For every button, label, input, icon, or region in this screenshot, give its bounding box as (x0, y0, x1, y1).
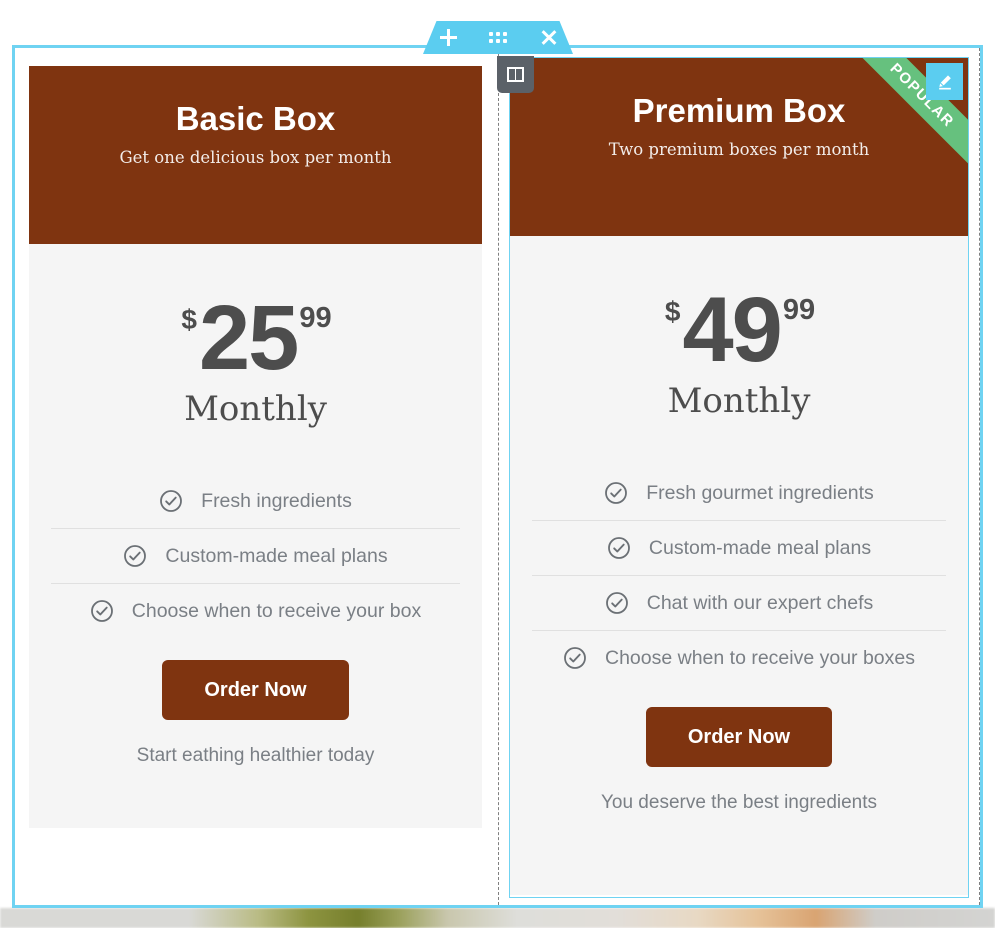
cta-note: Start eathing healthier today (136, 745, 375, 766)
check-circle-icon (605, 592, 628, 614)
feature-list: Fresh ingredients Custom-made meal plans (29, 428, 482, 638)
order-now-button[interactable]: Order Now (645, 707, 833, 767)
card-subtitle: Get one delicious box per month (119, 148, 392, 167)
add-section-button[interactable] (431, 24, 465, 52)
check-circle-icon (564, 647, 586, 669)
two-column-layout-icon (507, 67, 524, 82)
page-background-image (0, 908, 995, 928)
drag-dots-icon (489, 32, 507, 43)
pricing-card-premium-box[interactable]: POPULAR Premium Box Two premium boxes pe… (510, 58, 968, 895)
price-line: $2599 (181, 292, 332, 384)
check-circle-icon (605, 482, 628, 504)
close-x-icon (540, 29, 557, 46)
card-header: Basic Box Get one delicious box per mont… (29, 66, 482, 244)
edit-widget-button[interactable] (926, 63, 963, 100)
price-amount: 25 (198, 287, 299, 389)
page-title: Premium Box (632, 92, 846, 129)
price-block: $2599 Monthly (29, 244, 482, 428)
check-circle-icon (608, 537, 630, 559)
list-item: Fresh gourmet ingredients (532, 466, 946, 521)
drag-section-handle[interactable] (481, 24, 515, 52)
feature-label: Custom-made meal plans (165, 545, 388, 567)
card-subtitle: Two premium boxes per month (608, 140, 870, 159)
check-circle-icon (160, 490, 183, 512)
feature-label: Chat with our expert chefs (646, 592, 874, 614)
page-title: Basic Box (175, 100, 336, 137)
price-currency: $ (181, 304, 197, 335)
cta-block: Order Now Start eathing healthier today (29, 638, 482, 768)
price-cents: 99 (782, 294, 816, 326)
price-cents: 99 (299, 302, 332, 334)
check-circle-icon (90, 600, 113, 622)
pencil-edit-icon (938, 74, 951, 89)
feature-list: Fresh gourmet ingredients Custom-made me… (510, 420, 968, 685)
card-header: POPULAR Premium Box Two premium boxes pe… (510, 58, 968, 236)
column-right[interactable]: POPULAR Premium Box Two premium boxes pe… (498, 48, 980, 905)
feature-label: Fresh gourmet ingredients (646, 482, 874, 504)
check-circle-icon (124, 545, 147, 567)
price-line: $4999 (664, 284, 816, 376)
editor-canvas: Basic Box Get one delicious box per mont… (0, 0, 995, 928)
list-item: Custom-made meal plans (51, 529, 460, 584)
delete-section-button[interactable] (531, 24, 565, 52)
feature-label: Custom-made meal plans (648, 537, 872, 559)
price-period: Monthly (184, 389, 327, 429)
price-amount: 49 (682, 279, 782, 381)
pricing-card-basic-box[interactable]: Basic Box Get one delicious box per mont… (29, 66, 482, 828)
list-item: Choose when to receive your box (51, 584, 460, 638)
section-toolbar[interactable] (423, 21, 573, 54)
column-left[interactable]: Basic Box Get one delicious box per mont… (15, 48, 498, 905)
feature-label: Fresh ingredients (201, 490, 352, 512)
price-period: Monthly (667, 381, 811, 421)
column-container: Basic Box Get one delicious box per mont… (15, 48, 980, 905)
list-item: Fresh ingredients (51, 474, 460, 529)
list-item: Custom-made meal plans (532, 521, 946, 576)
column-layout-handle[interactable] (497, 56, 534, 93)
price-block: $4999 Monthly (510, 236, 968, 420)
feature-label: Choose when to receive your box (131, 600, 422, 622)
feature-label: Choose when to receive your boxes (604, 647, 915, 669)
cta-note: You deserve the best ingredients (600, 792, 878, 813)
cta-block: Order Now You deserve the best ingredien… (510, 685, 968, 815)
plus-icon (439, 29, 457, 46)
list-item: Chat with our expert chefs (532, 576, 946, 631)
list-item: Choose when to receive your boxes (532, 631, 946, 685)
price-currency: $ (664, 296, 681, 327)
order-now-button[interactable]: Order Now (162, 660, 349, 720)
